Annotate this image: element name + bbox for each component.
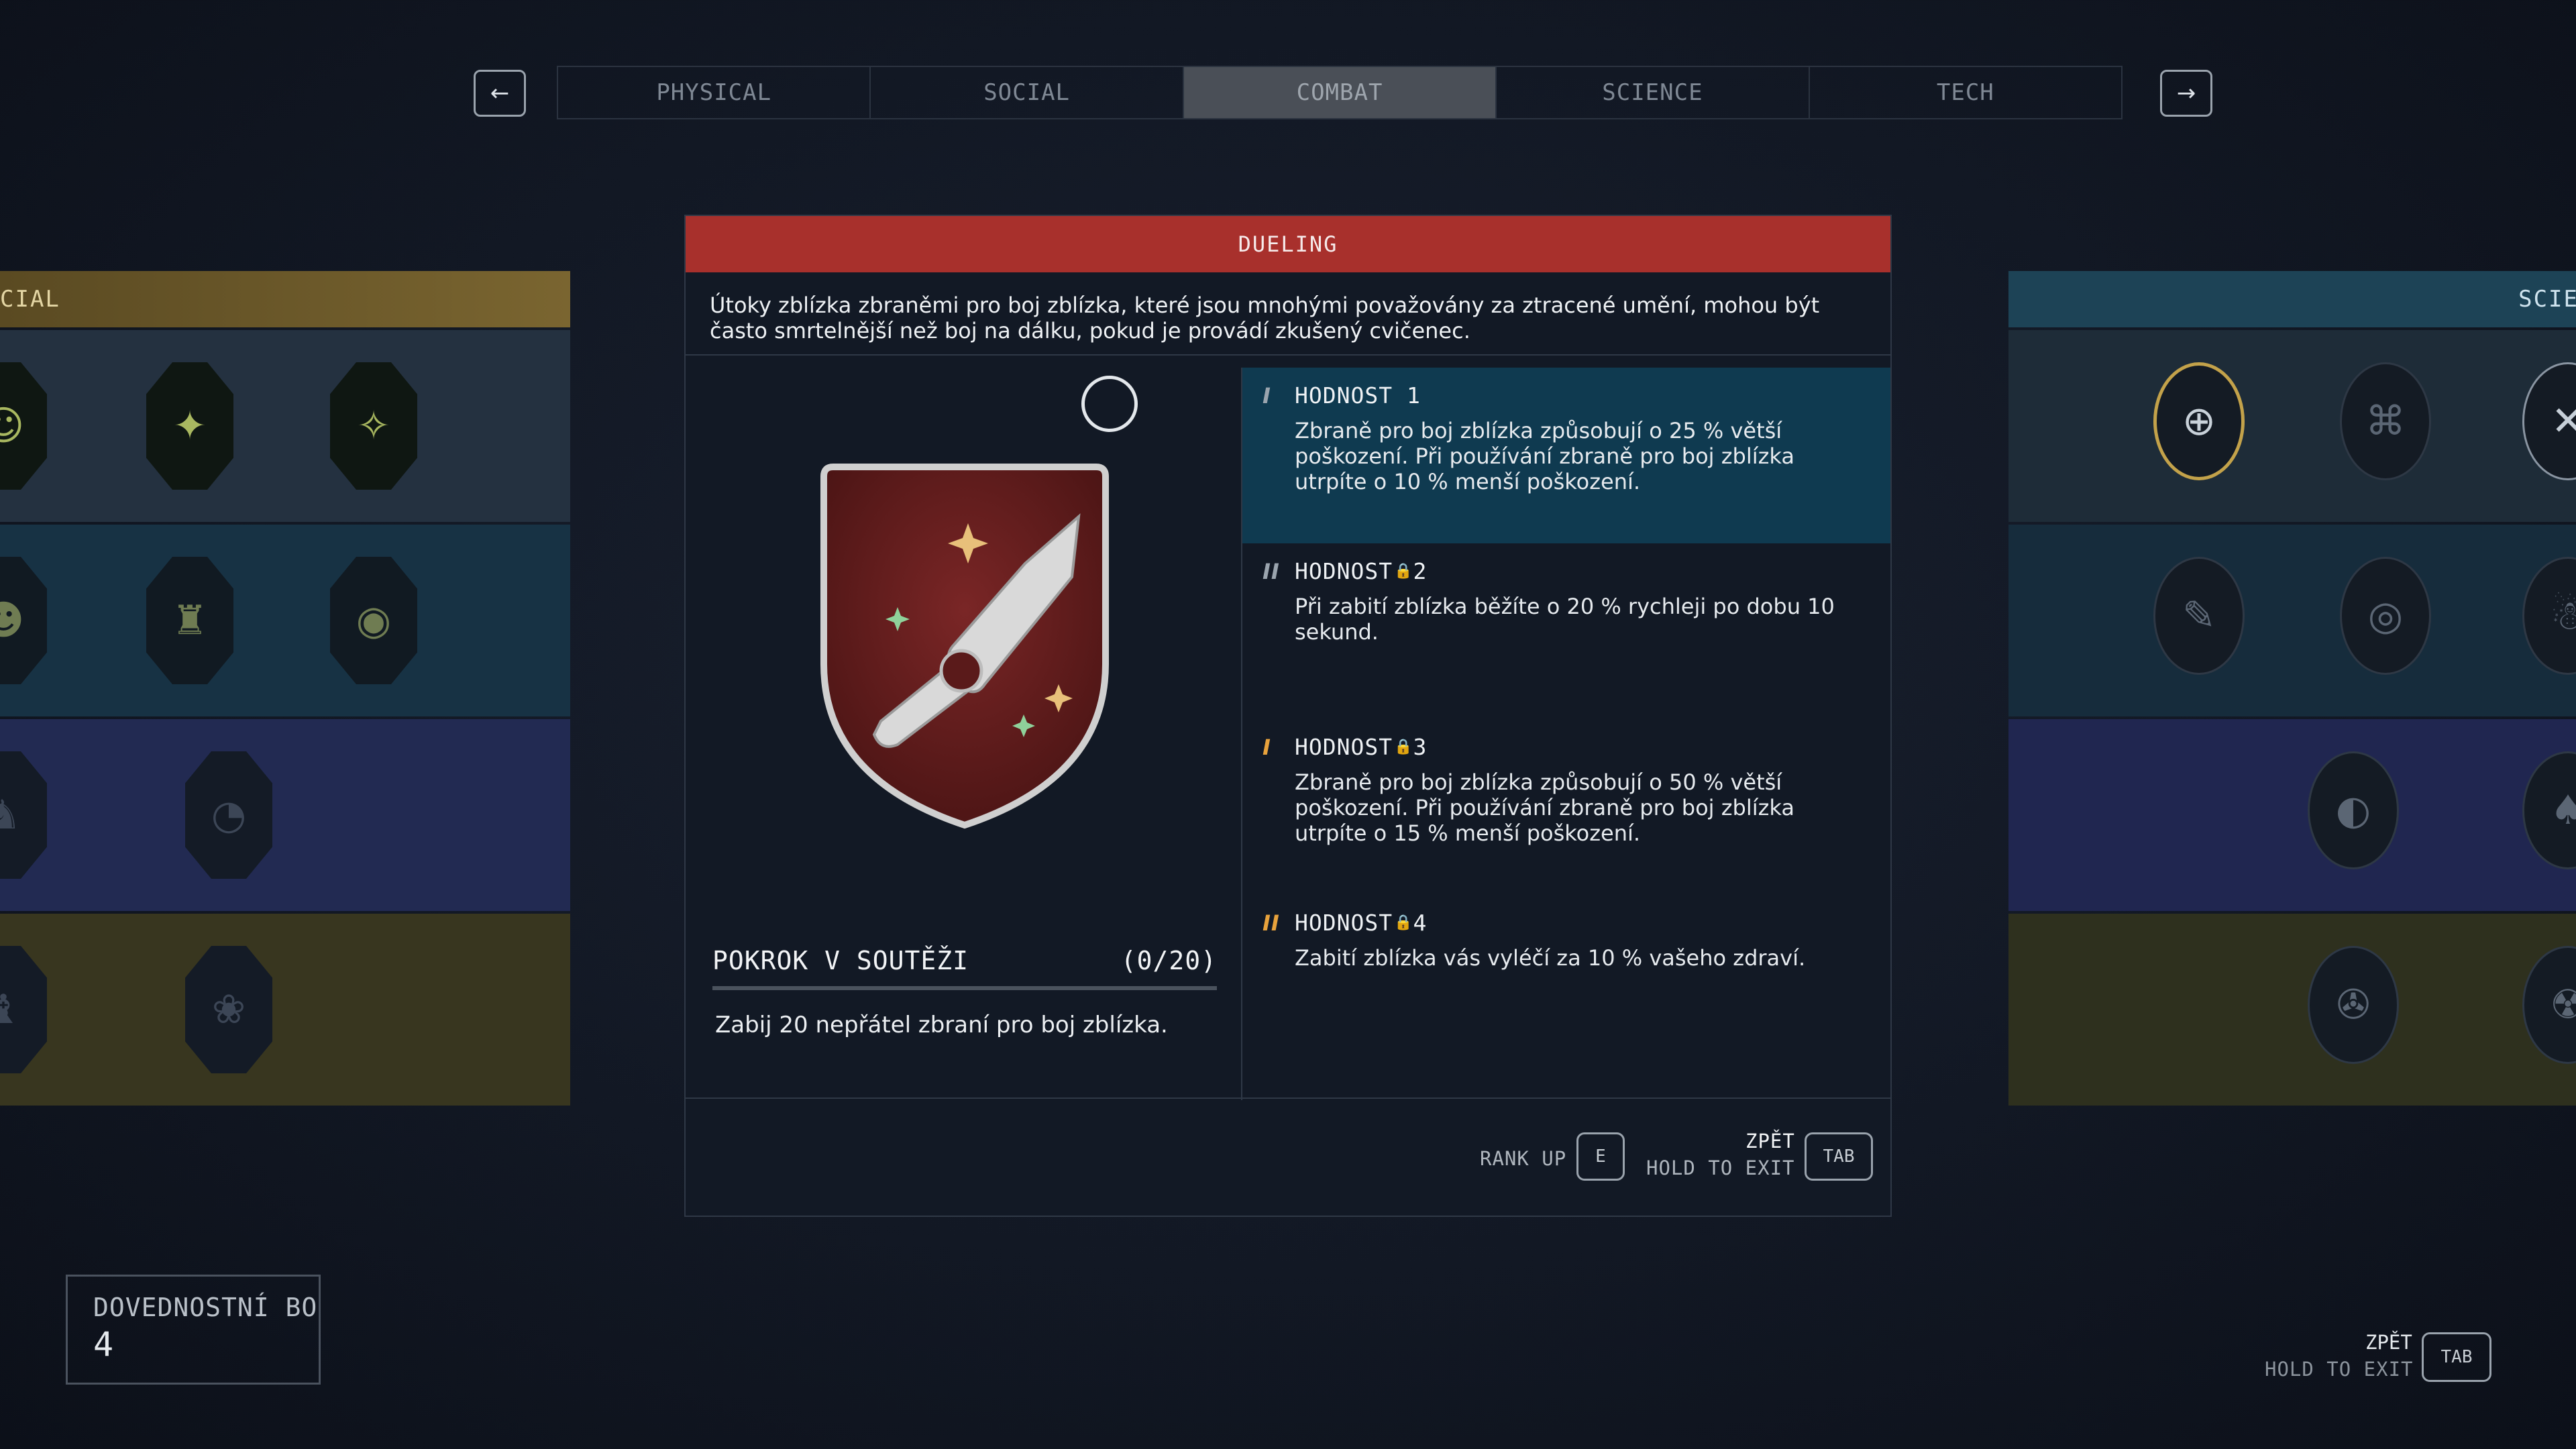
melee-knife-badge-icon	[820, 464, 1109, 829]
rank-number: 2	[1413, 558, 1428, 584]
rank-roman-icon: I	[1263, 734, 1271, 760]
skill-points-box: DOVEDNOSTNÍ BODY 4	[66, 1275, 321, 1385]
tab-combat[interactable]: COMBAT	[1183, 67, 1497, 118]
rank-up-key-button[interactable]: E	[1576, 1132, 1625, 1181]
rank-item-2[interactable]: II HODNOST 🔒 2 Při zabití zblízka běžíte…	[1242, 543, 1890, 719]
rank-description: Zbraně pro boj zblízka způsobují o 50 % …	[1295, 769, 1794, 846]
challenge-progress-count: (0/20)	[1120, 946, 1217, 975]
global-back-label: ZPĚT	[2365, 1331, 2412, 1354]
challenge-progress-bar	[712, 986, 1217, 990]
rank-roman-icon: II	[1263, 910, 1280, 936]
right-panel-header: SCIE	[2008, 271, 2576, 327]
skill-hex-icon[interactable]: ◉	[330, 557, 417, 684]
rank-roman-icon: II	[1263, 558, 1280, 584]
back-tab-key-button[interactable]: TAB	[1805, 1132, 1873, 1181]
skill-row: ⊕ ⌘ ✕	[2008, 330, 2576, 522]
skill-hex-icon[interactable]: ♝	[0, 946, 47, 1073]
skill-hex-icon[interactable]: ❀	[185, 946, 272, 1073]
arrow-right-icon: →	[2176, 80, 2196, 107]
cursor-ring-icon	[1081, 376, 1138, 432]
skill-row: ♞ ◔	[0, 719, 570, 911]
skill-row: ☻ ♜ ◉	[0, 525, 570, 716]
skill-category-tabs: PHYSICAL SOCIAL COMBAT SCIENCE TECH	[557, 66, 2123, 119]
tab-science[interactable]: SCIENCE	[1497, 67, 1810, 118]
rank-label: HODNOST	[1295, 910, 1393, 936]
back-label: ZPĚT	[1746, 1130, 1795, 1152]
lock-icon: 🔒	[1394, 739, 1413, 755]
skill-points-value: 4	[93, 1325, 114, 1364]
skill-circle-icon[interactable]: ✎	[2153, 557, 2245, 675]
skill-circle-icon[interactable]: ◐	[2308, 751, 2399, 869]
skill-circle-icon[interactable]: ☢	[2522, 946, 2576, 1064]
rank-item-4[interactable]: II HODNOST 🔒 4 Zabití zblízka vás vyléčí…	[1242, 895, 1890, 1071]
skill-badge-column: POKROK V SOUTĚŽI (0/20) Zabij 20 nepřáte…	[686, 368, 1242, 1100]
tab-tech[interactable]: TECH	[1810, 67, 2121, 118]
skill-hex-icon[interactable]: ♜	[146, 557, 233, 684]
challenge-progress-label: POKROK V SOUTĚŽI	[712, 946, 969, 975]
skill-title: DUELING	[686, 216, 1890, 272]
challenge-progress: POKROK V SOUTĚŽI (0/20)	[712, 946, 1217, 975]
skill-row: ☺ ✦ ✧	[0, 330, 570, 522]
tab-physical[interactable]: PHYSICAL	[558, 67, 871, 118]
skill-description: Útoky zblízka zbraněmi pro boj zblízka, …	[686, 272, 1890, 356]
next-category-button[interactable]: →	[2160, 70, 2212, 117]
skill-row: ◐ ♠	[2008, 719, 2576, 911]
prev-category-button[interactable]: ←	[474, 70, 526, 117]
skill-circle-icon[interactable]: ⌘	[2340, 362, 2431, 480]
left-panel-header: CIAL	[0, 271, 570, 327]
rank-label: HODNOST	[1295, 734, 1393, 760]
rank-roman-icon: I	[1263, 382, 1271, 409]
rank-list: I HODNOST 1 Zbraně pro boj zblízka způso…	[1242, 368, 1890, 1100]
right-skill-panel: SCIE ⊕ ⌘ ✕ ✎ ◎ ☃ ◐ ♠ ✇ ☢	[2008, 271, 2576, 1106]
skill-hex-icon[interactable]: ☺	[0, 362, 47, 490]
skill-circle-icon[interactable]: ⊕	[2153, 362, 2245, 480]
rank-item-3[interactable]: I HODNOST 🔒 3 Zbraně pro boj zblízka způ…	[1242, 719, 1890, 895]
skill-hex-icon[interactable]: ✧	[330, 362, 417, 490]
rank-number: 4	[1413, 910, 1428, 936]
rank-number: 3	[1413, 734, 1428, 760]
rank-item-1[interactable]: I HODNOST 1 Zbraně pro boj zblízka způso…	[1242, 368, 1890, 543]
modal-footer: RANK UP E ZPĚT HOLD TO EXIT TAB	[686, 1097, 1890, 1216]
hold-to-exit-label: HOLD TO EXIT	[1646, 1157, 1795, 1179]
skill-circle-icon[interactable]: ◎	[2340, 557, 2431, 675]
rank-label: HODNOST	[1295, 558, 1393, 584]
rank-description: Zabití zblízka vás vyléčí za 10 % vašeho…	[1295, 945, 1806, 971]
skill-circle-icon[interactable]: ✇	[2308, 946, 2399, 1064]
skill-hex-icon[interactable]: ☻	[0, 557, 47, 684]
skill-points-label: DOVEDNOSTNÍ BODY	[93, 1293, 319, 1322]
lock-icon: 🔒	[1394, 563, 1413, 580]
skill-row: ✇ ☢	[2008, 914, 2576, 1106]
rank-description: Při zabití zblízka běžíte o 20 % rychlej…	[1295, 594, 1835, 645]
lock-icon: 🔒	[1394, 914, 1413, 931]
challenge-description: Zabij 20 nepřátel zbraní pro boj zblízka…	[715, 1012, 1168, 1038]
skill-hex-icon[interactable]: ♞	[0, 751, 47, 879]
rank-description: Zbraně pro boj zblízka způsobují o 25 % …	[1295, 418, 1794, 494]
rank-label: HODNOST 1	[1295, 382, 1421, 409]
rank-up-label: RANK UP	[1480, 1147, 1567, 1170]
tab-social[interactable]: SOCIAL	[871, 67, 1184, 118]
global-back-tab-key-button[interactable]: TAB	[2422, 1332, 2491, 1382]
left-skill-panel: CIAL ☺ ✦ ✧ ☻ ♜ ◉ ♞ ◔ ♝ ❀	[0, 271, 570, 1106]
skill-row: ♝ ❀	[0, 914, 570, 1106]
arrow-left-icon: ←	[490, 80, 510, 107]
skill-circle-icon[interactable]: ✕	[2522, 362, 2576, 480]
skill-circle-icon[interactable]: ♠	[2522, 751, 2576, 869]
skill-circle-icon[interactable]: ☃	[2522, 557, 2576, 675]
skill-hex-icon[interactable]: ✦	[146, 362, 233, 490]
skill-hex-icon[interactable]: ◔	[185, 751, 272, 879]
global-hold-to-exit-label: HOLD TO EXIT	[2265, 1358, 2414, 1381]
skill-detail-modal: DUELING Útoky zblízka zbraněmi pro boj z…	[684, 215, 1892, 1217]
skill-row: ✎ ◎ ☃	[2008, 525, 2576, 716]
